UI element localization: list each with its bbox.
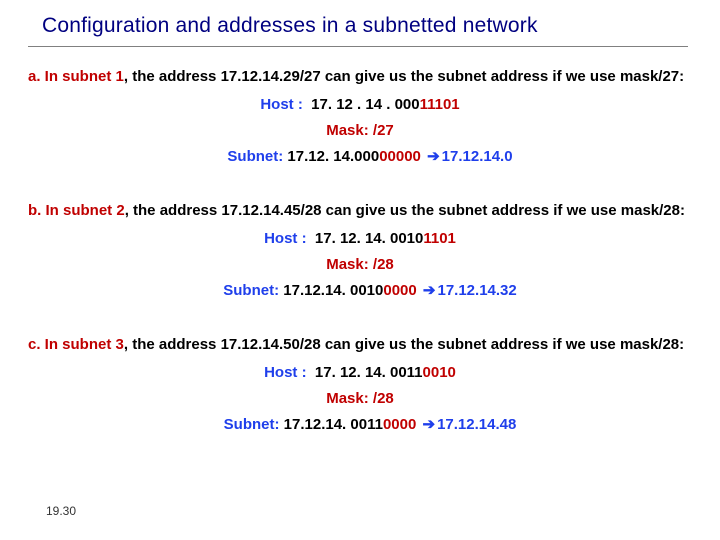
- subnet-block-b: b. In subnet 2, the address 17.12.14.45/…: [28, 199, 692, 303]
- intro-addr: 17.12.14.45/28: [221, 202, 321, 219]
- arrow-icon: ➔: [425, 148, 442, 165]
- intro-mask: mask/28:: [621, 202, 685, 219]
- subnet-label: Subnet:: [224, 416, 280, 433]
- host-pre: 17. 12 . 14 . 000: [311, 96, 419, 113]
- title-underline: [28, 46, 688, 47]
- subnet-pre: 17.12. 14.000: [287, 148, 379, 165]
- mask-val: /28: [373, 390, 394, 407]
- mask-label: Mask:: [326, 256, 369, 273]
- mask-label: Mask:: [326, 122, 369, 139]
- intro-mask: mask/27:: [620, 68, 684, 85]
- subnet-red: 00000: [379, 148, 421, 165]
- host-red: 11101: [420, 96, 460, 113]
- host-row: Host : 17. 12. 14. 00110010: [28, 361, 692, 385]
- mask-row: Mask: /27: [28, 119, 692, 143]
- lead-label: c. In subnet 3: [28, 336, 124, 353]
- subnet-result: 17.12.14.32: [437, 282, 516, 299]
- page-number: 19.30: [46, 504, 76, 518]
- intro-addr: 17.12.14.29/27: [221, 68, 321, 85]
- host-label: Host :: [260, 96, 303, 113]
- subnet-pre: 17.12.14. 0011: [284, 416, 383, 433]
- host-label: Host :: [264, 364, 307, 381]
- subnet-result: 17.12.14.48: [437, 416, 516, 433]
- arrow-icon: ➔: [420, 416, 437, 433]
- intro-mid: can give us the subnet address if we use: [321, 68, 620, 85]
- intro-line: a. In subnet 1, the address 17.12.14.29/…: [28, 65, 692, 89]
- subnet-row: Subnet: 17.12.14. 00100000 ➔17.12.14.32: [28, 279, 692, 303]
- host-pre: 17. 12. 14. 0010: [315, 230, 423, 247]
- subnet-row: Subnet: 17.12. 14.00000000 ➔17.12.14.0: [28, 145, 692, 169]
- intro-pre: the address: [128, 336, 221, 353]
- mask-label: Mask:: [326, 390, 369, 407]
- host-red: 1101: [423, 230, 456, 247]
- mask-row: Mask: /28: [28, 253, 692, 277]
- subnet-block-c: c. In subnet 3, the address 17.12.14.50/…: [28, 333, 692, 437]
- subnet-block-a: a. In subnet 1, the address 17.12.14.29/…: [28, 65, 692, 169]
- intro-line: b. In subnet 2, the address 17.12.14.45/…: [28, 199, 692, 223]
- slide: Configuration and addresses in a subnett…: [0, 0, 720, 540]
- host-label: Host :: [264, 230, 307, 247]
- host-row: Host : 17. 12. 14. 00101101: [28, 227, 692, 251]
- host-row: Host : 17. 12 . 14 . 00011101: [28, 93, 692, 117]
- subnet-row: Subnet: 17.12.14. 00110000 ➔17.12.14.48: [28, 413, 692, 437]
- host-red: 0010: [423, 364, 456, 381]
- subnet-red: 0000: [383, 416, 416, 433]
- lead-label: b. In subnet 2: [28, 202, 125, 219]
- intro-line: c. In subnet 3, the address 17.12.14.50/…: [28, 333, 692, 357]
- arrow-icon: ➔: [421, 282, 438, 299]
- intro-mid: can give us the subnet address if we use: [321, 336, 620, 353]
- lead-label: a. In subnet 1: [28, 68, 124, 85]
- calc-box: Host : 17. 12 . 14 . 00011101 Mask: /27 …: [28, 93, 692, 169]
- calc-box: Host : 17. 12. 14. 00101101 Mask: /28 Su…: [28, 227, 692, 303]
- intro-mask: mask/28:: [620, 336, 684, 353]
- intro-pre: the address: [129, 202, 222, 219]
- intro-pre: the address: [128, 68, 221, 85]
- slide-title: Configuration and addresses in a subnett…: [42, 14, 692, 38]
- mask-val: /27: [373, 122, 394, 139]
- host-pre: 17. 12. 14. 0011: [315, 364, 423, 381]
- subnet-label: Subnet:: [223, 282, 279, 299]
- subnet-result: 17.12.14.0: [442, 148, 513, 165]
- subnet-pre: 17.12.14. 0010: [283, 282, 383, 299]
- mask-val: /28: [373, 256, 394, 273]
- intro-mid: can give us the subnet address if we use: [322, 202, 621, 219]
- mask-row: Mask: /28: [28, 387, 692, 411]
- subnet-red: 0000: [383, 282, 416, 299]
- intro-addr: 17.12.14.50/28: [221, 336, 321, 353]
- subnet-label: Subnet:: [227, 148, 283, 165]
- calc-box: Host : 17. 12. 14. 00110010 Mask: /28 Su…: [28, 361, 692, 437]
